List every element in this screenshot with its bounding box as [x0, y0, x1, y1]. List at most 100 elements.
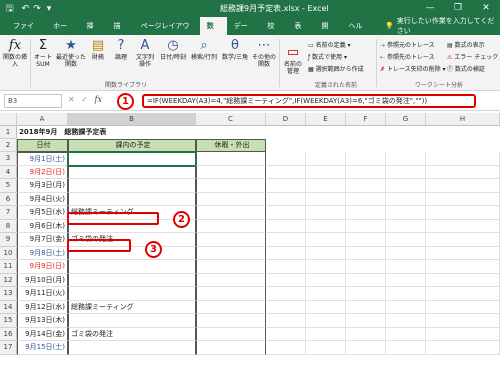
column-header-d[interactable]: D: [266, 113, 306, 126]
column-header-c[interactable]: C: [196, 113, 266, 126]
tab-home[interactable]: ホーム: [46, 17, 79, 48]
empty-cell[interactable]: [386, 206, 426, 220]
datetime-button[interactable]: ◷ 日付/時刻: [158, 38, 188, 61]
tab-insert[interactable]: 挿入: [80, 17, 107, 48]
tab-formulas[interactable]: 数式: [199, 17, 227, 48]
empty-cell[interactable]: [386, 152, 426, 166]
empty-cell[interactable]: [426, 327, 500, 341]
empty-cell[interactable]: [346, 179, 386, 193]
empty-cell[interactable]: [386, 233, 426, 247]
empty-cell[interactable]: [386, 260, 426, 274]
off-cell[interactable]: [196, 341, 266, 355]
empty-cell[interactable]: [426, 206, 500, 220]
row-header-1[interactable]: 1: [0, 126, 17, 139]
empty-cell[interactable]: [426, 287, 500, 301]
empty-cell[interactable]: [306, 179, 346, 193]
formula-input[interactable]: =IF(WEEKDAY(A3)=4,"総務課ミーティング",IF(WEEKDAY…: [142, 94, 476, 108]
show-formulas-button[interactable]: ▤ 数式の表示: [447, 40, 485, 49]
empty-cell[interactable]: [386, 165, 426, 179]
remove-arrows-button[interactable]: ✗ トレース矢印の削除 ▾: [380, 64, 446, 73]
row-header[interactable]: 16: [0, 327, 17, 341]
lookup-button[interactable]: ⌕ 検索/行列: [189, 38, 219, 61]
empty-cell[interactable]: [346, 165, 386, 179]
cancel-icon[interactable]: ✕: [68, 95, 75, 104]
empty-cell[interactable]: [266, 273, 306, 287]
empty-cell[interactable]: [266, 179, 306, 193]
empty-cell[interactable]: [306, 314, 346, 328]
empty-cell[interactable]: [426, 152, 500, 166]
off-cell[interactable]: [196, 219, 266, 233]
date-cell[interactable]: 9月12日(水): [17, 300, 68, 314]
empty-cell[interactable]: [426, 179, 500, 193]
customize-qat-icon[interactable]: ▾: [47, 4, 52, 14]
plan-cell[interactable]: [68, 273, 196, 287]
empty-cell[interactable]: [266, 165, 306, 179]
empty-cell[interactable]: [266, 300, 306, 314]
row-header[interactable]: 9: [0, 233, 17, 247]
empty-cell[interactable]: [266, 192, 306, 206]
date-cell[interactable]: 9月7日(金): [17, 233, 68, 247]
date-cell[interactable]: 9月15日(土): [17, 341, 68, 355]
date-cell[interactable]: 9月4日(火): [17, 192, 68, 206]
empty-cell[interactable]: [346, 233, 386, 247]
tab-developer[interactable]: 開発: [314, 17, 341, 48]
date-cell[interactable]: 9月5日(水): [17, 206, 68, 220]
off-cell[interactable]: [196, 233, 266, 247]
row-header[interactable]: 7: [0, 206, 17, 220]
use-in-formula-button[interactable]: ƒ 数式で使用 ▾: [308, 52, 347, 61]
row-header[interactable]: 14: [0, 300, 17, 314]
header-off[interactable]: 休暇・外出: [196, 139, 266, 152]
undo-icon[interactable]: ↶: [22, 4, 30, 14]
empty-cell[interactable]: [346, 152, 386, 166]
empty-cell[interactable]: [306, 273, 346, 287]
off-cell[interactable]: [196, 273, 266, 287]
define-name-button[interactable]: ▭ 名前の定義 ▾: [308, 40, 351, 49]
math-button[interactable]: θ 数学/三角: [220, 38, 250, 61]
plan-cell[interactable]: [68, 192, 196, 206]
autosum-button[interactable]: Σ オート SUM: [31, 38, 55, 68]
empty-cell[interactable]: [266, 341, 306, 355]
empty-cell[interactable]: [346, 300, 386, 314]
row-header[interactable]: 11: [0, 260, 17, 274]
off-cell[interactable]: [196, 152, 266, 166]
empty-cell[interactable]: [266, 233, 306, 247]
plan-cell[interactable]: [68, 341, 196, 355]
header-date[interactable]: 日付: [17, 139, 68, 152]
empty-cell[interactable]: [346, 327, 386, 341]
tab-data[interactable]: データ: [227, 17, 261, 48]
off-cell[interactable]: [196, 246, 266, 260]
date-cell[interactable]: 9月8日(土): [17, 246, 68, 260]
empty-cell[interactable]: [266, 327, 306, 341]
name-manager-button[interactable]: ▭ 名前の 管理: [281, 45, 305, 75]
empty-cell[interactable]: [386, 179, 426, 193]
name-box[interactable]: B3: [4, 94, 62, 108]
empty-cell[interactable]: [386, 273, 426, 287]
empty-cell[interactable]: [426, 246, 500, 260]
header-plan[interactable]: 課内の予定: [68, 139, 196, 152]
plan-cell[interactable]: 総務課ミーティング: [68, 300, 196, 314]
trace-dependents-button[interactable]: ⇠ 参照先のトレース: [380, 52, 435, 61]
more-functions-button[interactable]: ⋯ その他の 関数: [251, 38, 277, 68]
empty-cell[interactable]: [426, 260, 500, 274]
empty-cell[interactable]: [386, 341, 426, 355]
row-header[interactable]: 13: [0, 287, 17, 301]
error-check-button[interactable]: ⚠ エラー チェック: [447, 52, 498, 61]
row-header[interactable]: 6: [0, 192, 17, 206]
restore-button[interactable]: ❐: [444, 0, 472, 17]
empty-cell[interactable]: [386, 246, 426, 260]
date-cell[interactable]: 9月10日(月): [17, 273, 68, 287]
empty-cell[interactable]: [346, 219, 386, 233]
financial-button[interactable]: ▤ 財務: [87, 38, 109, 61]
empty-cell[interactable]: [426, 192, 500, 206]
empty-cell[interactable]: [306, 165, 346, 179]
empty-cell[interactable]: [346, 314, 386, 328]
empty-cell[interactable]: [306, 341, 346, 355]
row-header[interactable]: 15: [0, 314, 17, 328]
empty-cell[interactable]: [266, 287, 306, 301]
evaluate-formula-button[interactable]: ⓕ 数式の検証: [447, 64, 485, 73]
row-header[interactable]: 17: [0, 341, 17, 355]
empty-cell[interactable]: [426, 165, 500, 179]
empty-cell[interactable]: [426, 341, 500, 355]
row-header[interactable]: 10: [0, 246, 17, 260]
tab-view[interactable]: 表示: [287, 17, 314, 48]
